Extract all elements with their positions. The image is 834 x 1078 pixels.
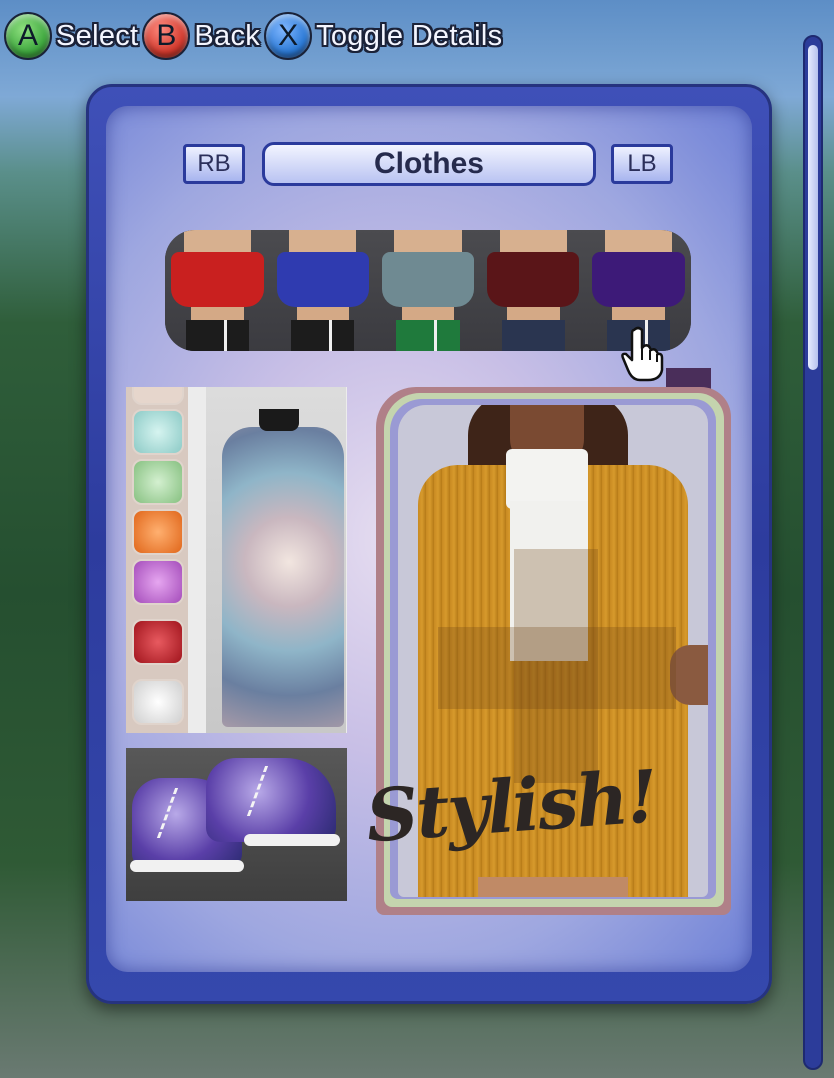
select-label: Select <box>56 19 139 52</box>
sequin-swatch[interactable] <box>132 679 184 725</box>
toggle-details-hint[interactable]: X Toggle Details <box>264 12 502 60</box>
scrollbar-thumb[interactable] <box>808 45 818 370</box>
rb-tab-button[interactable]: RB <box>183 144 245 184</box>
x-button-icon: X <box>264 12 313 60</box>
back-label: Back <box>194 19 261 52</box>
sequin-swatch-column <box>126 387 188 733</box>
turtleneck <box>506 449 588 509</box>
clothing-carousel[interactable] <box>165 230 691 351</box>
back-hint[interactable]: B Back <box>142 12 260 60</box>
stylish-caption: Stylish! <box>363 753 659 859</box>
galaxy-sneakers-image[interactable] <box>126 748 347 901</box>
sequin-dress-image[interactable] <box>126 387 347 733</box>
select-hint[interactable]: A Select <box>4 12 138 60</box>
a-button-icon: A <box>4 12 52 60</box>
b-button-icon: B <box>142 12 191 60</box>
hand-cursor-icon <box>621 326 664 382</box>
carousel-item-gray-top[interactable] <box>375 230 481 351</box>
sequin-swatch[interactable] <box>132 619 184 665</box>
sequin-swatch[interactable] <box>132 559 184 605</box>
game-screen: A Select B Back X Toggle Details RB Clot… <box>0 0 834 1078</box>
lb-tab-button[interactable]: LB <box>611 144 673 184</box>
sequin-swatch[interactable] <box>132 509 184 555</box>
sequin-swatch[interactable] <box>132 459 184 505</box>
dress-collar <box>259 409 299 431</box>
category-title: Clothes <box>262 142 596 186</box>
controller-hints: A Select B Back X Toggle Details <box>4 12 502 60</box>
sequin-swatch[interactable] <box>132 409 184 455</box>
carousel-item-red-top[interactable] <box>165 230 271 351</box>
toggle-details-label: Toggle Details <box>316 19 503 52</box>
carousel-item-maroon-top[interactable] <box>480 230 586 351</box>
carousel-item-blue-top[interactable] <box>270 230 376 351</box>
sequin-dress <box>222 427 344 727</box>
sequin-swatch[interactable] <box>132 387 184 405</box>
scrollbar[interactable] <box>803 35 823 1070</box>
